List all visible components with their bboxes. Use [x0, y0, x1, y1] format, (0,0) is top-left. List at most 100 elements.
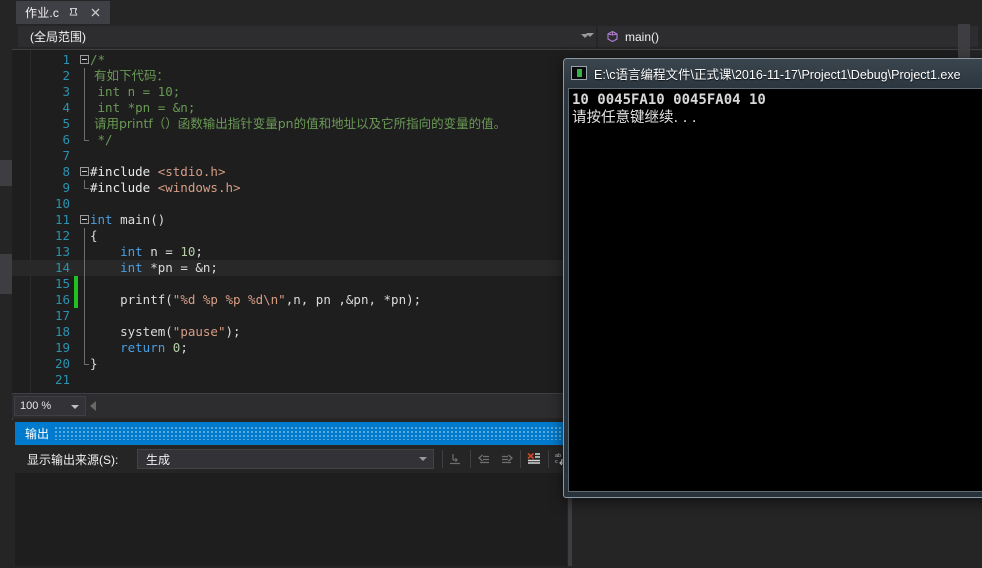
line-number: 18 — [54, 324, 70, 339]
toolbar-separator-4 — [548, 450, 549, 468]
scope-dropdown-arrow[interactable] — [586, 33, 594, 37]
line-number: 9 — [62, 180, 70, 195]
code-token: main() — [112, 212, 166, 227]
line-number: 21 — [54, 372, 70, 387]
code-text: /* — [90, 52, 105, 68]
zoom-level-value: 100 % — [20, 400, 52, 412]
zoom-level-dropdown[interactable]: 100 % — [14, 396, 86, 416]
member-dropdown-value: main() — [625, 29, 660, 44]
line-number: 5 — [62, 116, 70, 131]
find-message-icon[interactable] — [445, 450, 465, 468]
collapse-region-icon[interactable] — [80, 167, 89, 176]
line-number: 12 — [54, 228, 70, 243]
code-token: <windows.h> — [157, 180, 241, 195]
output-window-header[interactable]: 输出 — [15, 422, 567, 445]
toolbar-separator-3 — [520, 450, 521, 468]
code-token: *pn = &n; — [142, 260, 218, 275]
code-text: system("pause"); — [90, 324, 241, 340]
toolbar-separator-1 — [442, 450, 443, 468]
code-token: int — [120, 244, 143, 259]
code-token: int *pn = &n; — [90, 100, 196, 115]
member-dropdown[interactable]: main() — [598, 26, 978, 47]
line-number: 1 — [62, 52, 70, 67]
line-number: 6 — [62, 132, 70, 147]
output-source-dropdown[interactable]: 生成 — [137, 449, 434, 469]
horizontal-scroll-left-arrow[interactable] — [90, 401, 96, 411]
pin-icon[interactable] — [65, 5, 81, 21]
code-token: <stdio.h> — [157, 164, 226, 179]
code-token: #include — [90, 164, 158, 179]
console-window[interactable]: E:\c语言编程文件\正式课\2016-11-17\Project1\Debug… — [563, 58, 982, 498]
code-text: int n = 10; — [90, 84, 181, 100]
region-guide-line — [84, 356, 89, 365]
collapse-region-icon[interactable] — [80, 215, 89, 224]
line-number: 19 — [54, 340, 70, 355]
code-token: return — [120, 340, 166, 355]
code-token: } — [90, 356, 98, 371]
line-number: 17 — [54, 308, 70, 323]
output-header-drag-pattern[interactable] — [55, 427, 567, 440]
region-guide-line — [84, 228, 85, 244]
change-marker — [74, 292, 78, 308]
line-number: 2 — [62, 68, 70, 83]
code-text: #include <windows.h> — [90, 180, 241, 196]
code-token: /* — [90, 52, 106, 67]
line-number: 13 — [54, 244, 70, 259]
go-to-next-message-icon[interactable] — [496, 450, 516, 468]
region-guide-line — [84, 276, 85, 292]
document-tab-zuoye-c[interactable]: 作业.c — [16, 1, 111, 24]
line-number: 10 — [54, 196, 70, 211]
code-text: */ — [90, 132, 113, 148]
code-token: int n = 10; — [90, 84, 181, 99]
region-guide-line — [84, 260, 85, 276]
console-output-area[interactable]: 10 0045FA10 0045FA04 10 请按任意键继续. . . — [568, 88, 982, 492]
code-token: { — [90, 228, 98, 243]
code-token: ; — [195, 244, 203, 259]
code-text: printf("%d %p %p %d\n",n, pn ,&pn, *pn); — [90, 292, 421, 308]
code-text: } — [90, 356, 98, 372]
code-text: #include <stdio.h> — [90, 164, 225, 180]
line-number: 8 — [62, 164, 70, 179]
line-number: 3 — [62, 84, 70, 99]
region-guide-line — [84, 340, 85, 356]
chevron-down-icon-output-source — [419, 457, 427, 461]
line-number: 14 — [54, 260, 70, 275]
code-token: 有如下代码： — [90, 68, 169, 83]
code-text: int main() — [90, 212, 165, 228]
code-text: 请用printf（）函数输出指针变量pn的值和地址以及它所指向的变量的值。 — [90, 116, 506, 132]
region-guide-line — [84, 244, 85, 260]
svg-text:c: c — [555, 459, 558, 465]
console-title-bar[interactable]: E:\c语言编程文件\正式课\2016-11-17\Project1\Debug… — [564, 59, 982, 87]
toolbar-separator-2 — [470, 450, 471, 468]
clear-all-icon[interactable] — [524, 450, 544, 468]
output-text-area[interactable] — [15, 473, 567, 566]
change-marker — [74, 276, 78, 292]
line-number: 11 — [54, 212, 70, 227]
console-output-line: 10 0045FA10 0045FA04 10 — [572, 92, 766, 108]
console-window-title: E:\c语言编程文件\正式课\2016-11-17\Project1\Debug… — [594, 67, 961, 82]
code-token: printf( — [90, 292, 173, 307]
code-token: system( — [90, 324, 173, 339]
code-token: ); — [225, 324, 241, 339]
code-token: n = — [142, 244, 181, 259]
rail-marker-top[interactable] — [0, 160, 12, 186]
collapse-region-icon[interactable] — [80, 55, 89, 64]
region-guide-line — [84, 324, 85, 340]
editor-navigation-bar: (全局范围) main() — [12, 24, 982, 50]
rail-marker-mid[interactable] — [0, 254, 12, 294]
chevron-down-icon-zoom — [71, 405, 79, 409]
scope-dropdown[interactable]: (全局范围) — [18, 26, 596, 47]
region-guide-line — [84, 292, 85, 308]
code-token: int — [120, 260, 143, 275]
code-token: int — [90, 212, 113, 227]
line-number: 20 — [54, 356, 70, 371]
code-text: return 0; — [90, 340, 188, 356]
go-to-previous-message-icon[interactable] — [474, 450, 494, 468]
close-icon[interactable] — [87, 5, 103, 21]
code-token: 10 — [180, 244, 196, 259]
line-number: 7 — [62, 148, 70, 163]
